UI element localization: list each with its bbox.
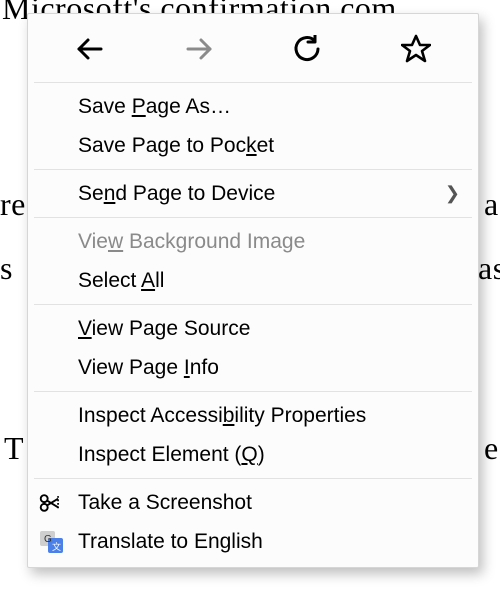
page-text: e <box>484 430 499 467</box>
chevron-right-icon: ❯ <box>445 183 460 204</box>
menu-label: Inspect Accessibility Properties <box>78 404 366 428</box>
menu-label: Save Page to Pocket <box>78 134 274 158</box>
forward-arrow-icon <box>184 35 214 63</box>
menu-item-translate-to-english[interactable]: G 文 Translate to English <box>28 522 478 561</box>
page-text: re <box>0 186 26 223</box>
menu-item-save-page-to-pocket[interactable]: Save Page to Pocket <box>28 126 478 165</box>
page-text: as <box>478 250 500 287</box>
translate-icon: G 文 <box>38 530 66 554</box>
reload-button[interactable] <box>263 26 351 72</box>
reload-icon <box>293 35 321 63</box>
back-arrow-icon <box>75 35 105 63</box>
menu-label: View Background Image <box>78 230 305 254</box>
menu-item-select-all[interactable]: Select All <box>28 261 478 300</box>
bookmark-button[interactable] <box>372 26 460 72</box>
page-text: a <box>484 186 499 223</box>
svg-text:文: 文 <box>52 541 61 552</box>
scissors-icon <box>38 491 66 515</box>
menu-item-send-page-to-device[interactable]: Send Page to Device ❯ <box>28 174 478 213</box>
menu-label: Select All <box>78 269 164 293</box>
menu-label: Inspect Element (Q) <box>78 443 265 467</box>
menu-item-save-page-as[interactable]: Save Page As… <box>28 87 478 126</box>
menu-label: Translate to English <box>78 530 263 554</box>
nav-row <box>28 20 478 78</box>
menu-item-view-page-info[interactable]: View Page Info <box>28 348 478 387</box>
separator <box>34 304 472 305</box>
menu-item-inspect-element[interactable]: Inspect Element (Q) <box>28 435 478 474</box>
page-text: T <box>4 430 24 467</box>
menu-item-view-page-source[interactable]: View Page Source <box>28 309 478 348</box>
page-text: s <box>0 250 13 287</box>
context-menu: Save Page As… Save Page to Pocket Send P… <box>27 13 479 568</box>
forward-button <box>155 26 243 72</box>
svg-text:G: G <box>44 534 52 545</box>
back-button[interactable] <box>46 26 134 72</box>
separator <box>34 391 472 392</box>
menu-label: View Page Info <box>78 356 219 380</box>
separator <box>34 478 472 479</box>
menu-label: Take a Screenshot <box>78 491 252 515</box>
separator <box>34 82 472 83</box>
menu-item-take-screenshot[interactable]: Take a Screenshot <box>28 483 478 522</box>
menu-item-view-background-image: View Background Image <box>28 222 478 261</box>
menu-label: Send Page to Device <box>78 182 275 206</box>
menu-label: Save Page As… <box>78 95 231 119</box>
star-icon <box>401 34 431 64</box>
menu-item-inspect-accessibility[interactable]: Inspect Accessibility Properties <box>28 396 478 435</box>
separator <box>34 217 472 218</box>
separator <box>34 169 472 170</box>
menu-label: View Page Source <box>78 317 250 341</box>
